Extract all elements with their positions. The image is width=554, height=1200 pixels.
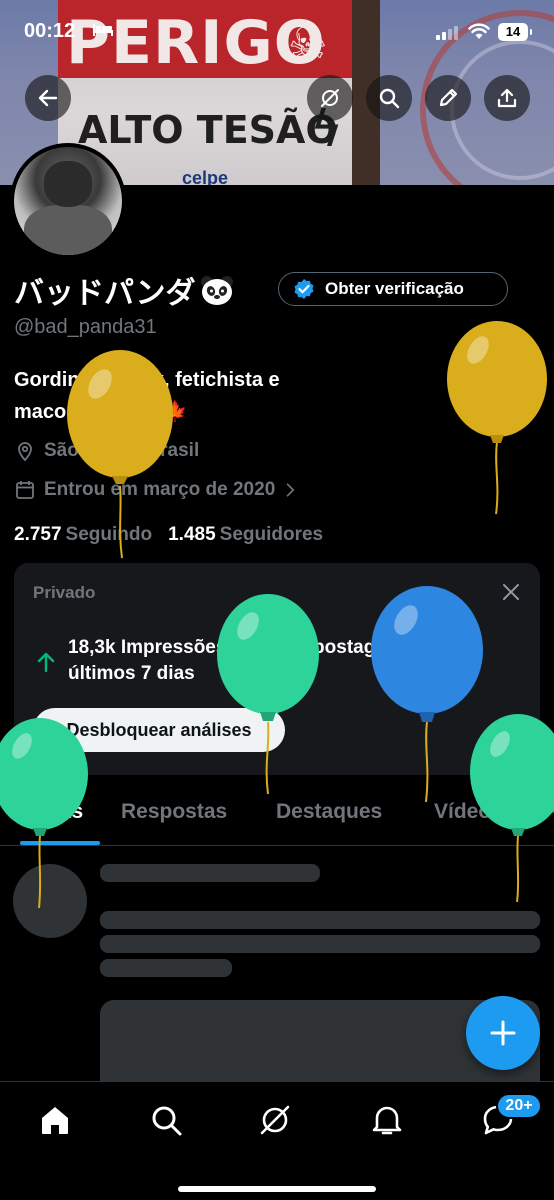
trending-up-icon: [37, 652, 55, 673]
followers-label: Seguidores: [219, 524, 324, 545]
compose-post-button[interactable]: [466, 996, 540, 1070]
tab-replies[interactable]: Respostas: [121, 800, 227, 824]
tab-videos[interactable]: Vídeos: [434, 800, 503, 824]
location-pin-icon: [18, 442, 32, 462]
bio-line-2: maconheirinho 🍁: [14, 401, 188, 423]
location-text: São Paulo, Brasil: [44, 440, 200, 461]
wifi-icon: [468, 22, 490, 40]
calendar-icon: [16, 481, 34, 499]
notifications-icon[interactable]: [369, 1102, 405, 1138]
battery-indicator: 14: [498, 23, 532, 41]
follow-stats: 2.757 Seguindo 1.485 Seguidores: [14, 524, 323, 546]
get-verified-button[interactable]: Obter verificação: [278, 272, 508, 306]
status-bar: 00:12 14: [0, 0, 554, 64]
panda-face-icon: [200, 276, 233, 305]
followers-link[interactable]: 1.485 Seguidores: [168, 524, 323, 546]
bed-icon: [92, 20, 114, 43]
chevron-right-icon: [286, 483, 295, 497]
home-icon[interactable]: [37, 1102, 73, 1138]
edit-icon: [439, 88, 458, 107]
tab-more[interactable]: F: [543, 800, 554, 824]
close-icon[interactable]: [500, 581, 522, 603]
plus-icon: [490, 1020, 516, 1046]
tab-highlights[interactable]: Destaques: [276, 800, 382, 824]
active-tab-indicator: [20, 841, 100, 845]
following-link[interactable]: 2.757 Seguindo: [14, 524, 152, 546]
profile-tabs: Posts Respostas Destaques Vídeos F: [0, 780, 554, 846]
share-button[interactable]: [484, 75, 530, 121]
avatar[interactable]: [10, 143, 126, 259]
banner-sign-bottom-text: ALTO TESÃO: [78, 108, 338, 152]
share-icon: [497, 88, 517, 108]
profile-handle: @bad_panda31: [14, 316, 157, 338]
following-count: 2.757: [14, 524, 62, 545]
profile-joined[interactable]: Entrou em março de 2020: [14, 479, 307, 501]
skeleton-avatar: [13, 864, 87, 938]
joined-text: Entrou em março de 2020: [44, 479, 276, 500]
banner-brand-text: celpe: [182, 168, 229, 185]
skeleton-line: [100, 959, 232, 977]
grok-icon[interactable]: [257, 1102, 293, 1138]
verified-badge-icon: [294, 279, 314, 299]
avatar-photo: [14, 147, 122, 255]
private-analytics-card: Privado 18,3k Impressões em suas postage…: [14, 563, 540, 775]
followers-count: 1.485: [168, 524, 216, 545]
profile-name: バッドパンダ: [14, 276, 196, 311]
back-arrow-icon: [38, 89, 58, 107]
balloon-yellow-right: [447, 321, 547, 515]
search-icon[interactable]: [148, 1102, 184, 1138]
impressions-text: 18,3k Impressões em suas postagens nos ú…: [68, 635, 518, 687]
impressions-line-1: 18,3k Impressões em suas postagens nos: [68, 637, 448, 658]
search-button[interactable]: [366, 75, 412, 121]
skeleton-line: [100, 864, 320, 882]
search-icon: [379, 88, 400, 109]
get-verified-label: Obter verificação: [325, 279, 464, 298]
unlock-analytics-button[interactable]: Desbloquear análises: [33, 708, 285, 752]
bottom-navigation: 20+: [0, 1081, 554, 1200]
impressions-line-2: últimos 7 dias: [68, 663, 195, 684]
back-button[interactable]: [25, 75, 71, 121]
home-indicator: [178, 1186, 376, 1192]
edit-button[interactable]: [425, 75, 471, 121]
tab-posts[interactable]: Posts: [26, 800, 83, 824]
skeleton-line: [100, 935, 540, 953]
card-title: Privado: [33, 583, 96, 602]
grok-icon: [321, 89, 339, 107]
messages-badge: 20+: [496, 1093, 542, 1119]
status-time: 00:12: [24, 20, 76, 42]
bio-line-1: Gordinho, Geek, fetichista e: [14, 369, 280, 391]
grok-button[interactable]: [307, 75, 353, 121]
following-label: Seguindo: [65, 524, 153, 545]
cellular-signal-icon: [436, 26, 460, 40]
profile-bio: Gordinho, Geek, fetichista e maconheirin…: [14, 364, 434, 428]
profile-name-row: バッドパンダ: [14, 270, 234, 311]
skeleton-line: [100, 911, 540, 929]
profile-location: São Paulo, Brasil: [14, 440, 199, 462]
